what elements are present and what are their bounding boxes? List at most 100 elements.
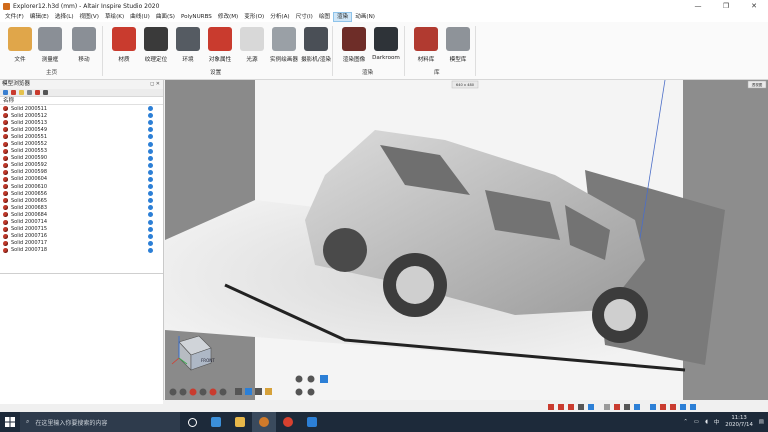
ribbon-button[interactable]: 实例绘画器 — [266, 25, 302, 67]
tree-item[interactable]: Solid 2000549 — [0, 126, 163, 133]
menu-item[interactable]: 绘图 — [316, 12, 333, 22]
taskbar-app-inspire-studio[interactable] — [252, 412, 276, 432]
tree-item[interactable]: Solid 2000684 — [0, 211, 163, 218]
menu-item[interactable]: 视图(V) — [77, 12, 102, 22]
taskbar-app-player[interactable] — [300, 412, 324, 432]
tree-item[interactable]: Solid 2000552 — [0, 140, 163, 147]
tree-item[interactable]: Solid 2000665 — [0, 197, 163, 204]
maximize-button[interactable]: ❐ — [712, 0, 740, 12]
tool-b-icon[interactable] — [670, 403, 676, 410]
menu-item[interactable]: 动画(N) — [352, 12, 378, 22]
tree-item[interactable]: Solid 2000656 — [0, 190, 163, 197]
ribbon-button[interactable]: 模型库 — [440, 25, 476, 67]
transparency-icon[interactable] — [624, 403, 630, 410]
notification-icon[interactable]: ▤ — [759, 419, 764, 425]
menu-item[interactable]: 文件(F) — [2, 12, 27, 22]
ribbon-button[interactable]: 纹理定位 — [138, 25, 174, 67]
column-header-name[interactable]: 名称 — [0, 97, 163, 105]
visibility-toggle-icon[interactable] — [148, 226, 153, 232]
menu-item[interactable]: 分析(A) — [267, 12, 292, 22]
snap-edge-icon[interactable] — [568, 403, 574, 410]
ribbon-button[interactable]: 摄影机/渲染 — [298, 25, 334, 67]
snap-options-icon[interactable] — [588, 403, 594, 410]
visibility-toggle-icon[interactable] — [148, 184, 153, 190]
ribbon-button[interactable]: 对象属性 — [202, 25, 238, 67]
filter-icon[interactable] — [3, 90, 8, 95]
visibility-toggle-icon[interactable] — [148, 233, 153, 239]
visibility-toggle-icon[interactable] — [148, 212, 153, 218]
tree-item[interactable]: Solid 2000592 — [0, 162, 163, 169]
close-button[interactable]: ✕ — [740, 0, 768, 12]
tree-item[interactable]: Solid 2000717 — [0, 240, 163, 247]
visibility-toggle-icon[interactable] — [148, 162, 153, 168]
tree-item[interactable]: Solid 2000715 — [0, 226, 163, 233]
taskbar-app-recorder[interactable] — [276, 412, 300, 432]
network-icon[interactable]: ▭ — [694, 419, 699, 425]
visibility-toggle-icon[interactable] — [148, 240, 153, 246]
visibility-toggle-icon[interactable] — [148, 113, 153, 119]
display-icon[interactable] — [634, 403, 640, 410]
taskbar-app-vscode[interactable] — [204, 412, 228, 432]
menu-item[interactable]: 曲面(S) — [153, 12, 178, 22]
taskbar-app-explorer[interactable] — [228, 412, 252, 432]
ribbon-button[interactable]: Darkroom — [368, 25, 404, 67]
tree-item[interactable]: Solid 2000716 — [0, 233, 163, 240]
minimize-button[interactable]: — — [684, 0, 712, 12]
tree-item[interactable]: Solid 2000598 — [0, 169, 163, 176]
part-icon[interactable] — [11, 90, 16, 95]
ribbon-button[interactable]: 移动 — [66, 25, 102, 67]
menu-item[interactable]: 草绘(K) — [102, 12, 127, 22]
tree-item[interactable]: Solid 2000551 — [0, 133, 163, 140]
tree-item[interactable]: Solid 2000718 — [0, 247, 163, 254]
view-icon[interactable] — [43, 90, 48, 95]
ribbon-button[interactable]: 光源 — [234, 25, 270, 67]
menu-item[interactable]: 渲染 — [333, 12, 353, 22]
tree-item[interactable]: Solid 2000590 — [0, 155, 163, 162]
visibility-toggle-icon[interactable] — [148, 127, 153, 133]
visibility-toggle-icon[interactable] — [148, 106, 153, 112]
menu-item[interactable]: 曲线(U) — [127, 12, 153, 22]
visibility-toggle-icon[interactable] — [148, 247, 153, 253]
task-view-button[interactable] — [180, 412, 204, 432]
snap-point-icon[interactable] — [558, 403, 564, 410]
tree-item[interactable]: Solid 2000714 — [0, 219, 163, 226]
tree-item[interactable]: Solid 2000604 — [0, 176, 163, 183]
tool-d-icon[interactable] — [690, 403, 696, 410]
ribbon-button[interactable]: 环境 — [170, 25, 206, 67]
tree-item[interactable]: Solid 2000553 — [0, 148, 163, 155]
visibility-toggle-icon[interactable] — [148, 191, 153, 197]
visibility-toggle-icon[interactable] — [148, 169, 153, 175]
panel-window-controls[interactable]: ◻ ✕ — [150, 80, 160, 89]
tree-item[interactable]: Solid 2000683 — [0, 204, 163, 211]
menu-item[interactable]: 尺寸(I) — [293, 12, 316, 22]
visibility-toggle-icon[interactable] — [148, 198, 153, 204]
tool-a-icon[interactable] — [660, 403, 666, 410]
menu-item[interactable]: 变形(O) — [241, 12, 267, 22]
taskbar-search-box[interactable]: ⌕ 在这里输入你要搜索的内容 — [20, 412, 180, 432]
menu-item[interactable]: 修改(M) — [215, 12, 241, 22]
start-button[interactable] — [0, 412, 20, 432]
tree-item[interactable]: Solid 2000512 — [0, 112, 163, 119]
input-method-indicator[interactable]: 中 — [714, 418, 719, 426]
visibility-toggle-icon[interactable] — [148, 205, 153, 211]
light-icon[interactable] — [19, 90, 24, 95]
tree-item[interactable]: Solid 2000513 — [0, 119, 163, 126]
menu-item[interactable]: 编辑(E) — [27, 12, 52, 22]
menu-item[interactable]: PolyNURBS — [178, 12, 215, 22]
camera-icon[interactable] — [27, 90, 32, 95]
tree-item[interactable]: Solid 2000610 — [0, 183, 163, 190]
visibility-toggle-icon[interactable] — [148, 176, 153, 182]
snap-face-icon[interactable] — [578, 403, 584, 410]
visibility-toggle-icon[interactable] — [148, 219, 153, 225]
volume-icon[interactable]: ◖ — [705, 419, 708, 425]
chevron-up-icon[interactable]: ⌃ — [683, 419, 688, 425]
ribbon-button[interactable]: 材质 — [106, 25, 142, 67]
ribbon-button[interactable]: 渲染图像 — [336, 25, 372, 67]
tree-item[interactable]: Solid 2000511 — [0, 105, 163, 112]
units-icon[interactable] — [650, 403, 656, 410]
visibility-toggle-icon[interactable] — [148, 141, 153, 147]
measure-icon[interactable] — [604, 403, 610, 410]
menu-item[interactable]: 选择(L) — [52, 12, 77, 22]
visibility-toggle-icon[interactable] — [148, 134, 153, 140]
clock[interactable]: 11:13 2020/7/14 — [725, 415, 753, 429]
